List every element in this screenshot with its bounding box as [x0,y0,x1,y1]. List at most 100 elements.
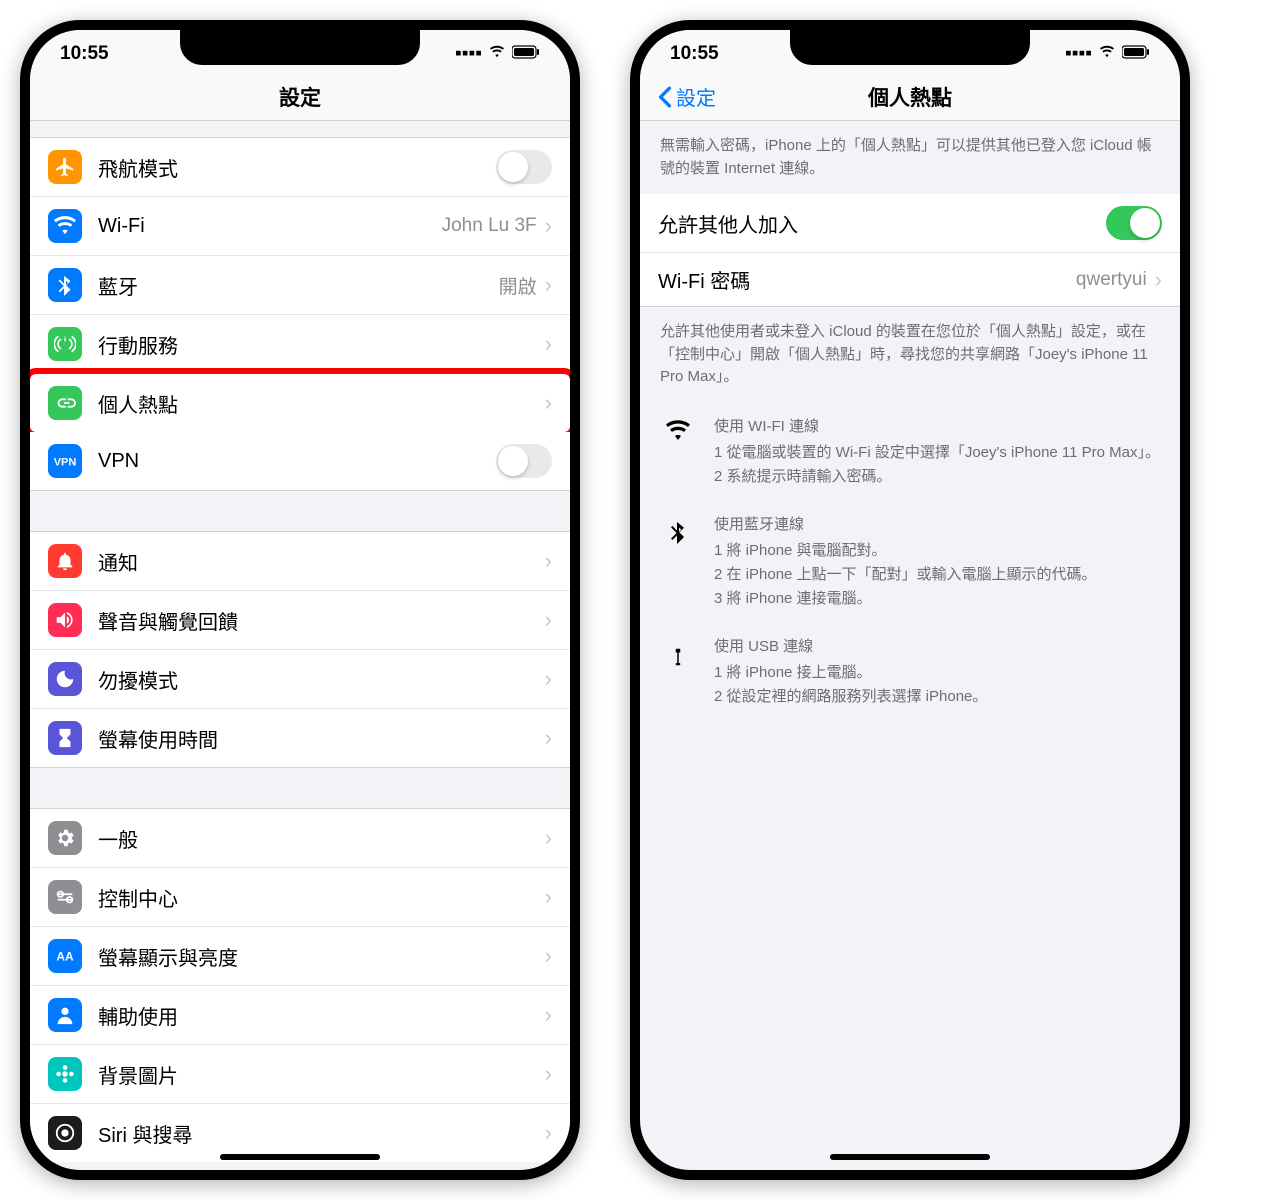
bluetooth-icon [48,268,82,302]
wifi-password-label: Wi-Fi 密碼 [658,265,1076,294]
signal-icon: ▪▪▪▪ [1065,43,1092,65]
help-bluetooth: 使用藍牙連線1 將 iPhone 與電腦配對。2 在 iPhone 上點一下「配… [640,501,1180,623]
row-label: 通知 [98,547,545,576]
help-wifi: 使用 WI-FI 連線1 從電腦或裝置的 Wi-Fi 設定中選擇「Joey's … [640,403,1180,501]
help-text: 使用 WI-FI 連線1 從電腦或裝置的 Wi-Fi 設定中選擇「Joey's … [714,415,1160,489]
chevron-right-icon: › [545,1120,552,1146]
row-label: 螢幕使用時間 [98,724,545,753]
row-notifications[interactable]: 通知› [30,532,570,591]
row-cellular[interactable]: 行動服務› [30,315,570,374]
svg-text:AA: AA [56,950,74,964]
notch [180,30,420,65]
link-icon [48,386,82,420]
chevron-right-icon: › [545,213,552,239]
row-airplane[interactable]: 飛航模式 [30,138,570,197]
wifi-password-value: qwertyui [1076,269,1147,291]
wifi-password-row[interactable]: Wi-Fi 密碼 qwertyui › [640,253,1180,306]
antenna-icon [48,327,82,361]
back-label: 設定 [676,82,716,111]
bluetooth-icon [660,513,696,611]
row-screentime[interactable]: 螢幕使用時間› [30,709,570,767]
gear-icon [48,821,82,855]
chevron-right-icon: › [545,331,552,357]
row-label: 控制中心 [98,883,545,912]
vpn-icon: VPN [48,444,82,478]
battery-icon [512,43,540,65]
row-label: Siri 與搜尋 [98,1119,545,1148]
allow-others-row[interactable]: 允許其他人加入 [640,194,1180,253]
row-control[interactable]: 控制中心› [30,868,570,927]
aa-icon: AA [48,939,82,973]
notch [790,30,1030,65]
home-indicator[interactable] [220,1154,380,1160]
help-text: 使用 USB 連線1 將 iPhone 接上電腦。2 從設定裡的網路服務列表選擇… [714,635,987,709]
allow-others-label: 允許其他人加入 [658,209,1106,238]
row-label: Wi-Fi [98,215,442,238]
moon-icon [48,662,82,696]
chevron-right-icon: › [545,272,552,298]
intro-text: 無需輸入密碼，iPhone 上的「個人熱點」可以提供其他已登入您 iCloud … [640,121,1180,194]
row-dnd[interactable]: 勿擾模式› [30,650,570,709]
help-usb: 使用 USB 連線1 將 iPhone 接上電腦。2 從設定裡的網路服務列表選擇… [640,623,1180,721]
help-text: 使用藍牙連線1 將 iPhone 與電腦配對。2 在 iPhone 上點一下「配… [714,513,1097,611]
battery-icon [1122,43,1150,65]
person-icon [48,998,82,1032]
toggle-airplane[interactable] [496,150,552,184]
row-label: 藍牙 [98,271,499,300]
airplane-icon [48,150,82,184]
wifi-status-icon [1098,43,1116,65]
toggle-vpn[interactable] [496,444,552,478]
row-sounds[interactable]: 聲音與觸覺回饋› [30,591,570,650]
siri-icon [48,1116,82,1150]
switches-icon [48,880,82,914]
row-label: 螢幕顯示與亮度 [98,942,545,971]
navbar: 設定 [30,73,570,121]
wifi-status-icon [488,43,506,65]
row-value: 開啟 [499,272,537,299]
note-text: 允許其他使用者或未登入 iCloud 的裝置在您位於「個人熱點」設定，或在「控制… [640,306,1180,403]
row-display[interactable]: AA 螢幕顯示與亮度› [30,927,570,986]
phone-left: 10:55↗ ▪▪▪▪ 設定 飛航模式Wi-FiJohn Lu 3F›藍牙開啟›… [20,20,580,1180]
row-general[interactable]: 一般› [30,809,570,868]
status-time: 10:55 [670,43,719,65]
chevron-right-icon: › [545,607,552,633]
row-value: John Lu 3F [442,215,537,237]
status-time: 10:55 [60,43,109,65]
row-vpn[interactable]: VPN VPN [30,432,570,490]
chevron-right-icon: › [545,666,552,692]
row-hotspot[interactable]: 個人熱點› [30,368,570,438]
home-indicator[interactable] [830,1154,990,1160]
hourglass-icon [48,721,82,755]
chevron-right-icon: › [545,1061,552,1087]
chevron-right-icon: › [545,825,552,851]
back-button[interactable]: 設定 [658,82,716,111]
bell-icon [48,544,82,578]
usb-icon [660,635,696,709]
allow-others-toggle[interactable] [1106,206,1162,240]
row-wifi[interactable]: Wi-FiJohn Lu 3F › [30,197,570,256]
row-bluetooth[interactable]: 藍牙開啟 › [30,256,570,315]
phone-right: 10:55↗ ▪▪▪▪ 設定 個人熱點 無需輸入密碼，iPhone 上的「個人熱… [630,20,1190,1180]
chevron-right-icon: › [545,548,552,574]
svg-text:VPN: VPN [54,457,76,469]
chevron-right-icon: › [545,390,552,416]
wifi-icon [48,209,82,243]
wifi-icon [660,415,696,489]
row-label: VPN [98,450,496,473]
row-label: 背景圖片 [98,1060,545,1089]
chevron-right-icon: › [545,884,552,910]
row-label: 一般 [98,824,545,853]
page-title: 個人熱點 [868,82,952,112]
row-wallpaper[interactable]: 背景圖片› [30,1045,570,1104]
row-label: 聲音與觸覺回饋 [98,606,545,635]
row-label: 勿擾模式 [98,665,545,694]
speaker-icon [48,603,82,637]
row-accessibility[interactable]: 輔助使用› [30,986,570,1045]
chevron-right-icon: › [545,943,552,969]
row-label: 個人熱點 [98,389,545,418]
chevron-right-icon: › [545,725,552,751]
navbar: 設定 個人熱點 [640,73,1180,121]
chevron-right-icon: › [1155,267,1162,293]
signal-icon: ▪▪▪▪ [455,43,482,65]
row-label: 飛航模式 [98,153,496,182]
